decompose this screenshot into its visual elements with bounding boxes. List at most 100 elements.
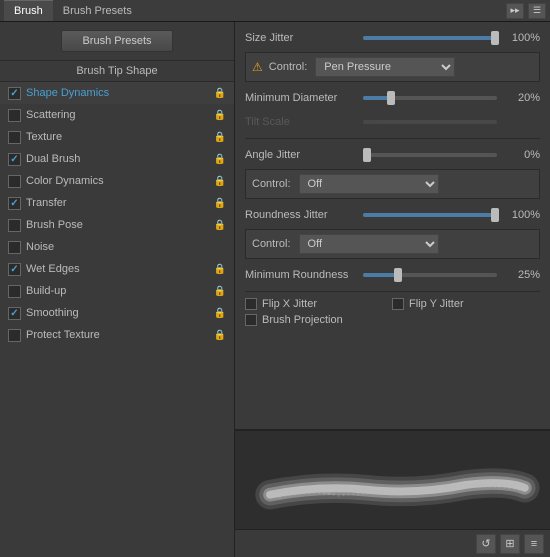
label-smoothing: Smoothing xyxy=(26,307,214,319)
flip-x-item: Flip X Jitter xyxy=(245,298,372,310)
checkbox-transfer[interactable] xyxy=(8,197,21,210)
left-panel: Brush Presets Brush Tip Shape Shape Dyna… xyxy=(0,22,235,557)
brush-list: Shape Dynamics 🔒 Scattering 🔒 Texture 🔒 xyxy=(0,82,234,557)
size-jitter-fill xyxy=(363,36,497,40)
checkbox-shape-dynamics[interactable] xyxy=(8,87,21,100)
control-row-2: Control: Off Pen Pressure Fade xyxy=(245,169,540,199)
list-item[interactable]: Transfer 🔒 xyxy=(0,192,234,214)
angle-jitter-slider[interactable] xyxy=(363,153,497,157)
min-diameter-slider[interactable] xyxy=(363,96,497,100)
size-jitter-slider[interactable] xyxy=(363,36,497,40)
min-roundness-value: 25% xyxy=(505,269,540,281)
angle-jitter-value: 0% xyxy=(505,149,540,161)
angle-jitter-thumb[interactable] xyxy=(363,148,371,162)
label-color-dynamics: Color Dynamics xyxy=(26,175,214,187)
control-row-3: Control: Off Pen Pressure Fade xyxy=(245,229,540,259)
grid-icon[interactable]: ⊞ xyxy=(500,534,520,554)
lock-icon: 🔒 xyxy=(214,219,226,231)
roundness-jitter-slider[interactable] xyxy=(363,213,497,217)
list-item[interactable]: Scattering 🔒 xyxy=(0,104,234,126)
menu-icon[interactable]: ☰ xyxy=(528,3,546,19)
lock-icon: 🔒 xyxy=(214,329,226,341)
checkbox-noise[interactable] xyxy=(8,241,21,254)
checkbox-color-dynamics[interactable] xyxy=(8,175,21,188)
brush-presets-button[interactable]: Brush Presets xyxy=(61,30,172,52)
divider-1 xyxy=(245,138,540,139)
angle-jitter-row: Angle Jitter 0% xyxy=(245,145,540,165)
flip-y-checkbox[interactable] xyxy=(392,298,404,310)
app-container: Brush Brush Presets ▸▸ ☰ Brush Presets B… xyxy=(0,0,550,557)
min-diameter-thumb[interactable] xyxy=(387,91,395,105)
expand-icon[interactable]: ▸▸ xyxy=(506,3,524,19)
control-label-3: Control: xyxy=(252,238,291,250)
lock-icon: 🔒 xyxy=(214,285,226,297)
label-brush-pose: Brush Pose xyxy=(26,219,214,231)
brush-projection-row: Brush Projection xyxy=(245,314,540,326)
control-select-1[interactable]: Pen Pressure Off Fade Pen Tilt xyxy=(315,57,455,77)
lock-icon: 🔒 xyxy=(214,197,226,209)
tilt-scale-label: Tilt Scale xyxy=(245,116,355,128)
lock-icon: 🔒 xyxy=(214,263,226,275)
options-icon[interactable]: ≡ xyxy=(524,534,544,554)
brush-presets-btn-wrap: Brush Presets xyxy=(0,22,234,61)
label-wet-edges: Wet Edges xyxy=(26,263,214,275)
control-select-3[interactable]: Off Pen Pressure Fade xyxy=(299,234,439,254)
control-select-2[interactable]: Off Pen Pressure Fade xyxy=(299,174,439,194)
list-item[interactable]: Shape Dynamics 🔒 xyxy=(0,82,234,104)
list-item[interactable]: Color Dynamics 🔒 xyxy=(0,170,234,192)
flip-x-label: Flip X Jitter xyxy=(262,298,372,310)
list-item[interactable]: Texture 🔒 xyxy=(0,126,234,148)
checkbox-protect-texture[interactable] xyxy=(8,329,21,342)
min-roundness-thumb[interactable] xyxy=(394,268,402,282)
label-noise: Noise xyxy=(26,241,214,253)
checkbox-wet-edges[interactable] xyxy=(8,263,21,276)
lock-icon: 🔒 xyxy=(214,109,226,121)
control-label-1: Control: xyxy=(269,61,308,73)
flip-x-checkbox[interactable] xyxy=(245,298,257,310)
divider-2 xyxy=(245,291,540,292)
size-jitter-thumb[interactable] xyxy=(491,31,499,45)
list-item[interactable]: Dual Brush 🔒 xyxy=(0,148,234,170)
checkbox-buildup[interactable] xyxy=(8,285,21,298)
min-roundness-label: Minimum Roundness xyxy=(245,269,355,281)
min-roundness-row: Minimum Roundness 25% xyxy=(245,265,540,285)
lock-icon: 🔒 xyxy=(214,131,226,143)
size-jitter-value: 100% xyxy=(505,32,540,44)
min-diameter-value: 20% xyxy=(505,92,540,104)
roundness-jitter-thumb[interactable] xyxy=(491,208,499,222)
list-item[interactable]: Smoothing 🔒 xyxy=(0,302,234,324)
list-item[interactable]: Build-up 🔒 xyxy=(0,280,234,302)
control-row-1: ⚠ Control: Pen Pressure Off Fade Pen Til… xyxy=(245,52,540,82)
settings-area: Size Jitter 100% ⚠ Control: Pen Pressure… xyxy=(235,22,550,429)
checkbox-dual-brush[interactable] xyxy=(8,153,21,166)
main-layout: Brush Presets Brush Tip Shape Shape Dyna… xyxy=(0,22,550,557)
warning-icon: ⚠ xyxy=(252,60,263,74)
roundness-jitter-value: 100% xyxy=(505,209,540,221)
roundness-jitter-label: Roundness Jitter xyxy=(245,209,355,221)
right-panel: Size Jitter 100% ⚠ Control: Pen Pressure… xyxy=(235,22,550,557)
angle-jitter-label: Angle Jitter xyxy=(245,149,355,161)
checkbox-smoothing[interactable] xyxy=(8,307,21,320)
list-item[interactable]: Wet Edges 🔒 xyxy=(0,258,234,280)
min-roundness-slider[interactable] xyxy=(363,273,497,277)
list-item[interactable]: Noise 🔒 xyxy=(0,236,234,258)
size-jitter-label: Size Jitter xyxy=(245,32,355,44)
header-icons: ▸▸ ☰ xyxy=(506,3,546,19)
flip-row: Flip X Jitter Flip Y Jitter xyxy=(245,298,540,310)
size-jitter-row: Size Jitter 100% xyxy=(245,28,540,48)
brush-projection-label: Brush Projection xyxy=(262,314,372,326)
brush-stroke-svg xyxy=(235,431,550,529)
tab-brush-presets[interactable]: Brush Presets xyxy=(53,0,142,21)
brush-projection-checkbox[interactable] xyxy=(245,314,257,326)
flip-y-label: Flip Y Jitter xyxy=(409,298,519,310)
list-item[interactable]: Brush Pose 🔒 xyxy=(0,214,234,236)
checkbox-scattering[interactable] xyxy=(8,109,21,122)
tab-brush[interactable]: Brush xyxy=(4,0,53,21)
checkbox-texture[interactable] xyxy=(8,131,21,144)
lock-icon: 🔒 xyxy=(214,307,226,319)
brush-projection-item: Brush Projection xyxy=(245,314,372,326)
recycle-icon[interactable]: ↺ xyxy=(476,534,496,554)
list-item[interactable]: Protect Texture 🔒 xyxy=(0,324,234,346)
label-transfer: Transfer xyxy=(26,197,214,209)
checkbox-brush-pose[interactable] xyxy=(8,219,21,232)
